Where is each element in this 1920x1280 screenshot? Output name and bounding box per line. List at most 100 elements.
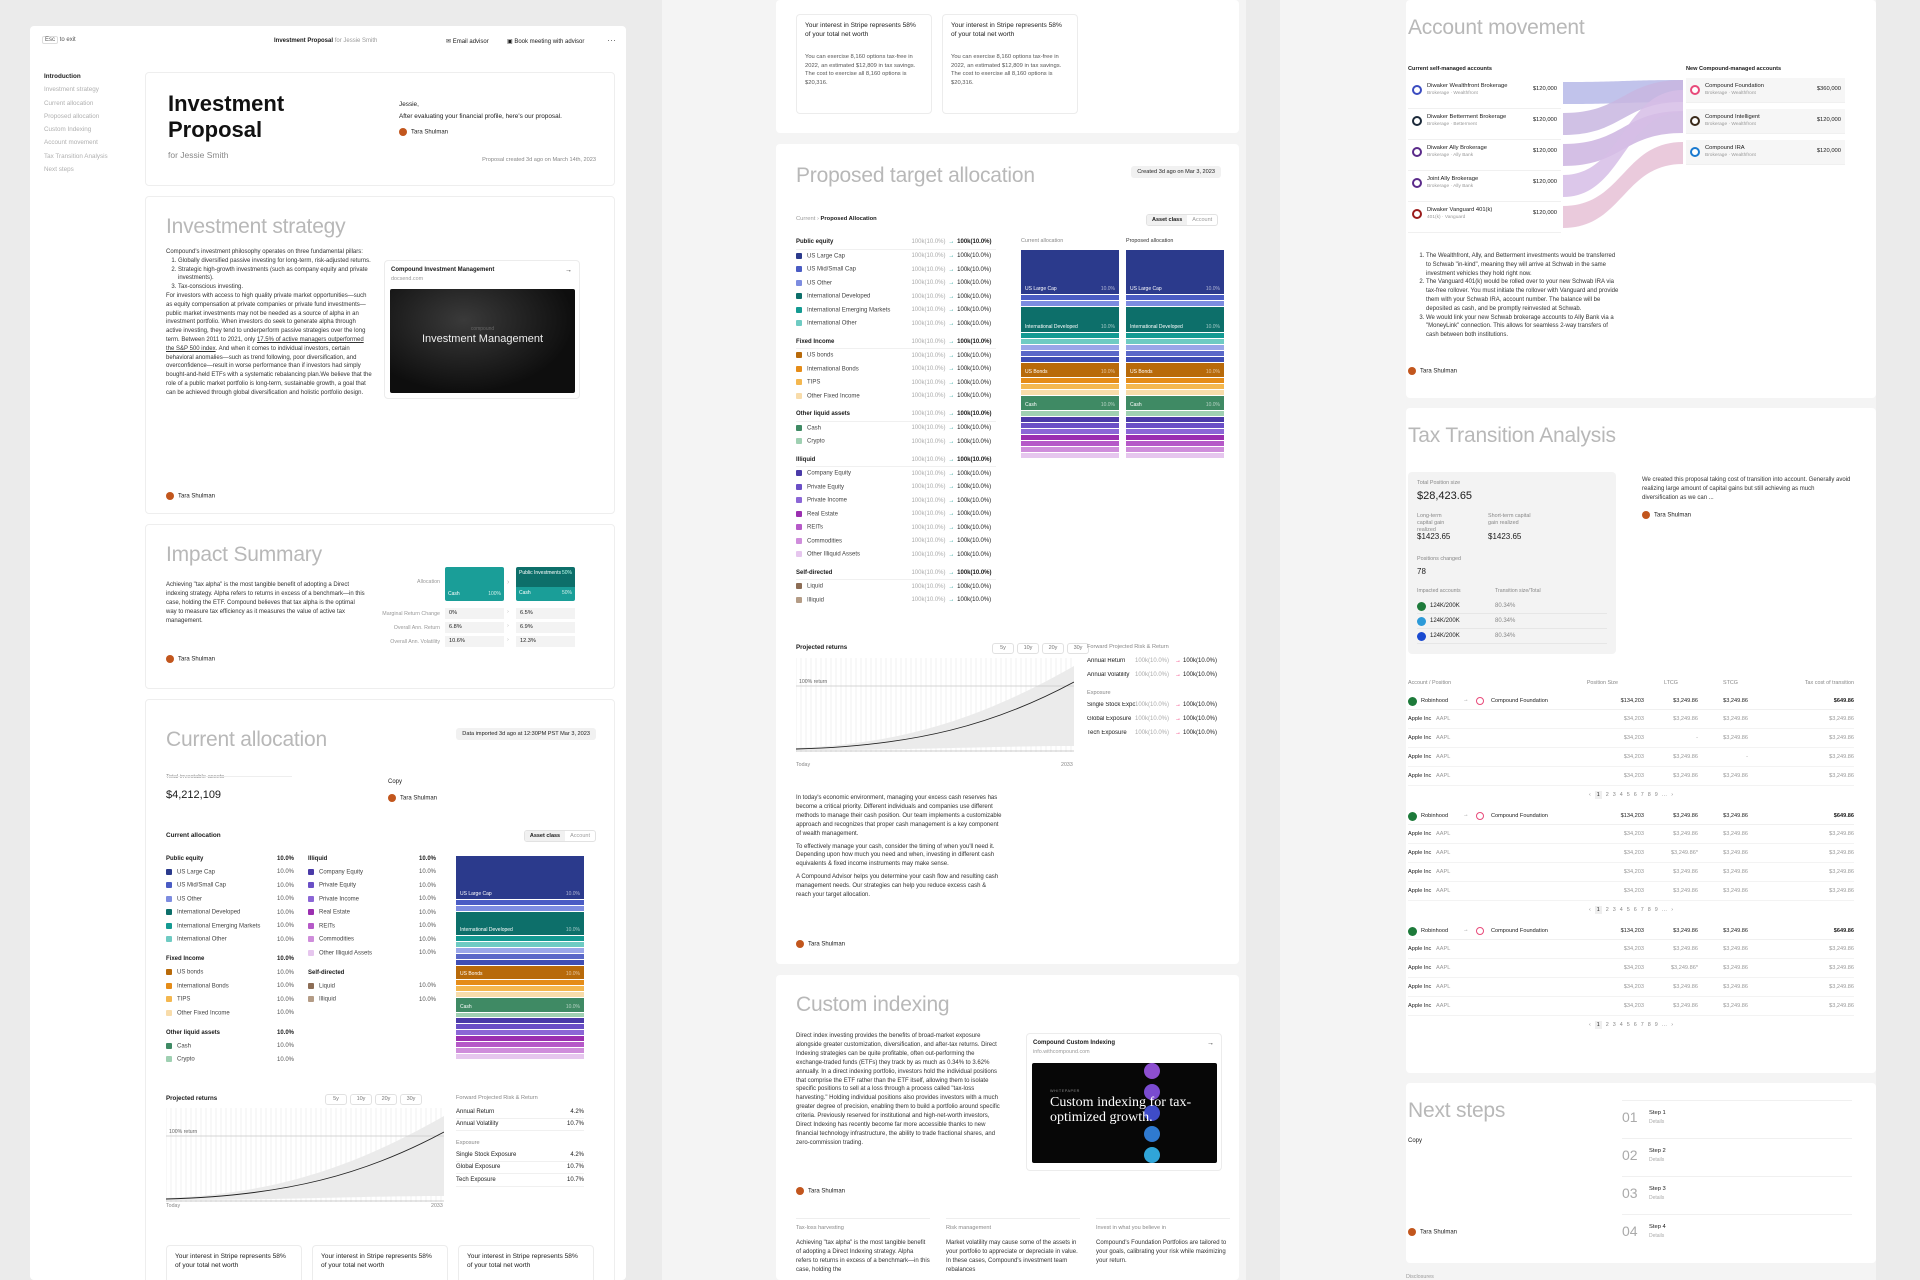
step-number: 01 (1622, 1109, 1638, 1125)
page-link[interactable]: 2 (1606, 1022, 1609, 1028)
account-row[interactable]: Diwaker Vanguard 401(k) 401(k) · Vanguard… (1408, 202, 1561, 233)
toggle-account[interactable]: Account (1187, 215, 1217, 225)
tax-summary: Total Position size $28,423.65 Long-term… (1408, 472, 1616, 654)
nav-item[interactable]: Tax Transition Analysis (44, 150, 134, 163)
page-link[interactable]: 5 (1627, 907, 1630, 913)
page-link[interactable]: … (1662, 907, 1667, 913)
nav-item[interactable]: Current allocation (44, 97, 134, 110)
range-30y[interactable]: 30y (1067, 643, 1089, 654)
page-link[interactable]: 6 (1634, 792, 1637, 798)
step-details: Details (1649, 1157, 1665, 1163)
account-row[interactable]: Joint Ally Brokerage Brokerage · Ally Ban… (1408, 171, 1561, 202)
page-link[interactable]: 3 (1613, 1022, 1616, 1028)
book-meeting-button[interactable]: ▣ Book meeting with advisor (507, 38, 584, 45)
page-link[interactable]: 8 (1648, 792, 1651, 798)
page-link[interactable]: 8 (1648, 907, 1651, 913)
nav-item[interactable]: Custom Indexing (44, 123, 134, 136)
tax-group-row[interactable]: Robinhood → Compound Foundation $134,203 $3,… (1408, 808, 1854, 825)
page-link[interactable]: 7 (1641, 907, 1644, 913)
tax-cell: $3,249.86 (1673, 946, 1698, 952)
tax-group-row[interactable]: Robinhood → Compound Foundation $134,203 $3,… (1408, 923, 1854, 940)
page-link[interactable]: 2 (1606, 792, 1609, 798)
video-thumbnail[interactable]: compound Investment Management (390, 289, 575, 393)
page-link[interactable]: ‹ (1589, 907, 1591, 913)
page-link[interactable]: 2 (1606, 907, 1609, 913)
tax-cost: $649.86 (1833, 928, 1854, 934)
page-link[interactable]: 4 (1620, 1022, 1623, 1028)
page-link[interactable]: 8 (1648, 1022, 1651, 1028)
page-link[interactable]: 3 (1613, 907, 1616, 913)
toggle-asset-class[interactable]: Asset class (524, 831, 566, 841)
nav-item[interactable]: Account movement (44, 136, 134, 149)
email-advisor-button[interactable]: ✉ Email advisor (446, 38, 489, 45)
page-link[interactable]: 6 (1634, 907, 1637, 913)
row-to: 100k(10.0%) (957, 253, 992, 260)
page-link[interactable]: 7 (1641, 1022, 1644, 1028)
toggle-account[interactable]: Account (565, 831, 595, 841)
page-link[interactable]: ‹ (1589, 792, 1591, 798)
page-link[interactable]: › (1671, 1022, 1673, 1028)
tax-position-row: Apple Inc AAPL $34,203 $3,249.86 - $3,249.86 (1408, 748, 1854, 767)
alloc-name: Crypto (166, 1056, 195, 1063)
range-5y[interactable]: 5y (325, 1094, 347, 1105)
page-link[interactable]: 6 (1634, 1022, 1637, 1028)
strategy-link-card[interactable]: Compound Investment Management docsend.c… (384, 260, 580, 399)
range-selector[interactable]: 5y 10y 20y 30y (992, 643, 1089, 654)
page-link[interactable]: 5 (1627, 792, 1630, 798)
range-10y[interactable]: 10y (1017, 643, 1039, 654)
page-link[interactable]: 9 (1655, 907, 1658, 913)
range-10y[interactable]: 10y (350, 1094, 372, 1105)
nav-item[interactable]: Introduction (44, 70, 134, 83)
page-link[interactable]: 9 (1655, 1022, 1658, 1028)
next-copy: Copy (1408, 1138, 1423, 1144)
toggle-asset-class[interactable]: Asset class (1147, 215, 1188, 225)
account-row[interactable]: Diwaker Betterment Brokerage Brokerage · … (1408, 109, 1561, 140)
account-row[interactable]: Compound Foundation Brokerage · Wealthfro… (1686, 78, 1845, 103)
page-link[interactable]: 1 (1594, 906, 1602, 914)
crumb-current[interactable]: Current (796, 216, 815, 222)
position-name: Apple Inc (1408, 965, 1432, 971)
indexing-link-card[interactable]: Compound Custom Indexing info.withcompou… (1026, 1033, 1222, 1171)
account-row[interactable]: Compound IRA Brokerage · Wealthfront $120,… (1686, 140, 1845, 165)
page-link[interactable]: … (1662, 792, 1667, 798)
page-link[interactable]: 4 (1620, 907, 1623, 913)
exit-hint[interactable]: Esc to exit (42, 36, 76, 44)
tax-cell: $3,249.86* (1670, 850, 1698, 856)
nav-item[interactable]: Next steps (44, 163, 134, 176)
range-5y[interactable]: 5y (992, 643, 1014, 654)
tax-cost: $3,249.86 (1829, 735, 1854, 741)
range-20y[interactable]: 20y (1042, 643, 1064, 654)
account-row[interactable]: Diwaker Wealthfront Brokerage Brokerage ·… (1408, 78, 1561, 109)
color-swatch (796, 583, 802, 590)
page-link[interactable]: … (1662, 1022, 1667, 1028)
page-link[interactable]: ‹ (1589, 1022, 1591, 1028)
account-row[interactable]: Diwaker Ally Brokerage Brokerage · Ally B… (1408, 140, 1561, 171)
page-link[interactable]: › (1671, 792, 1673, 798)
range-20y[interactable]: 20y (375, 1094, 397, 1105)
view-toggle[interactable]: Asset class Account (523, 830, 596, 842)
page-link[interactable]: 5 (1627, 1022, 1630, 1028)
page-link[interactable]: 4 (1620, 792, 1623, 798)
range-30y[interactable]: 30y (400, 1094, 422, 1105)
range-selector[interactable]: 5y 10y 20y 30y (325, 1094, 422, 1105)
page-link[interactable]: 7 (1641, 792, 1644, 798)
disclosures-link[interactable]: Disclosures (1406, 1274, 1434, 1280)
more-icon[interactable]: ··· (607, 35, 616, 45)
page-link[interactable]: 1 (1594, 1021, 1602, 1029)
account-row[interactable]: Compound Intelligent Brokerage · Wealthfr… (1686, 109, 1845, 134)
tax-group-row[interactable]: Robinhood → Compound Foundation $134,203 $3,… (1408, 693, 1854, 710)
advisor-name: Tara Shulman (178, 493, 216, 500)
nav-item[interactable]: Proposed allocation (44, 110, 134, 123)
compound-icon (1476, 697, 1484, 705)
page-link[interactable]: 1 (1594, 791, 1602, 799)
whitepaper-thumbnail[interactable]: WHITEPAPER Custom indexing for tax-optim… (1032, 1063, 1217, 1163)
page-link[interactable]: › (1671, 907, 1673, 913)
page-link[interactable]: 9 (1655, 792, 1658, 798)
proposed-view-toggle[interactable]: Asset class Account (1146, 214, 1219, 226)
page-link[interactable]: 3 (1613, 792, 1616, 798)
intro-title-line2: Proposal (168, 117, 263, 142)
proposed-risk-list: Annual Return 100k(10.0%) → 100k(10.0%) Annu… (1087, 654, 1227, 740)
row-to: 100k(10.0%) (957, 379, 992, 386)
nav-item[interactable]: Investment strategy (44, 83, 134, 96)
risk-name: Tech Exposure (1087, 730, 1127, 736)
